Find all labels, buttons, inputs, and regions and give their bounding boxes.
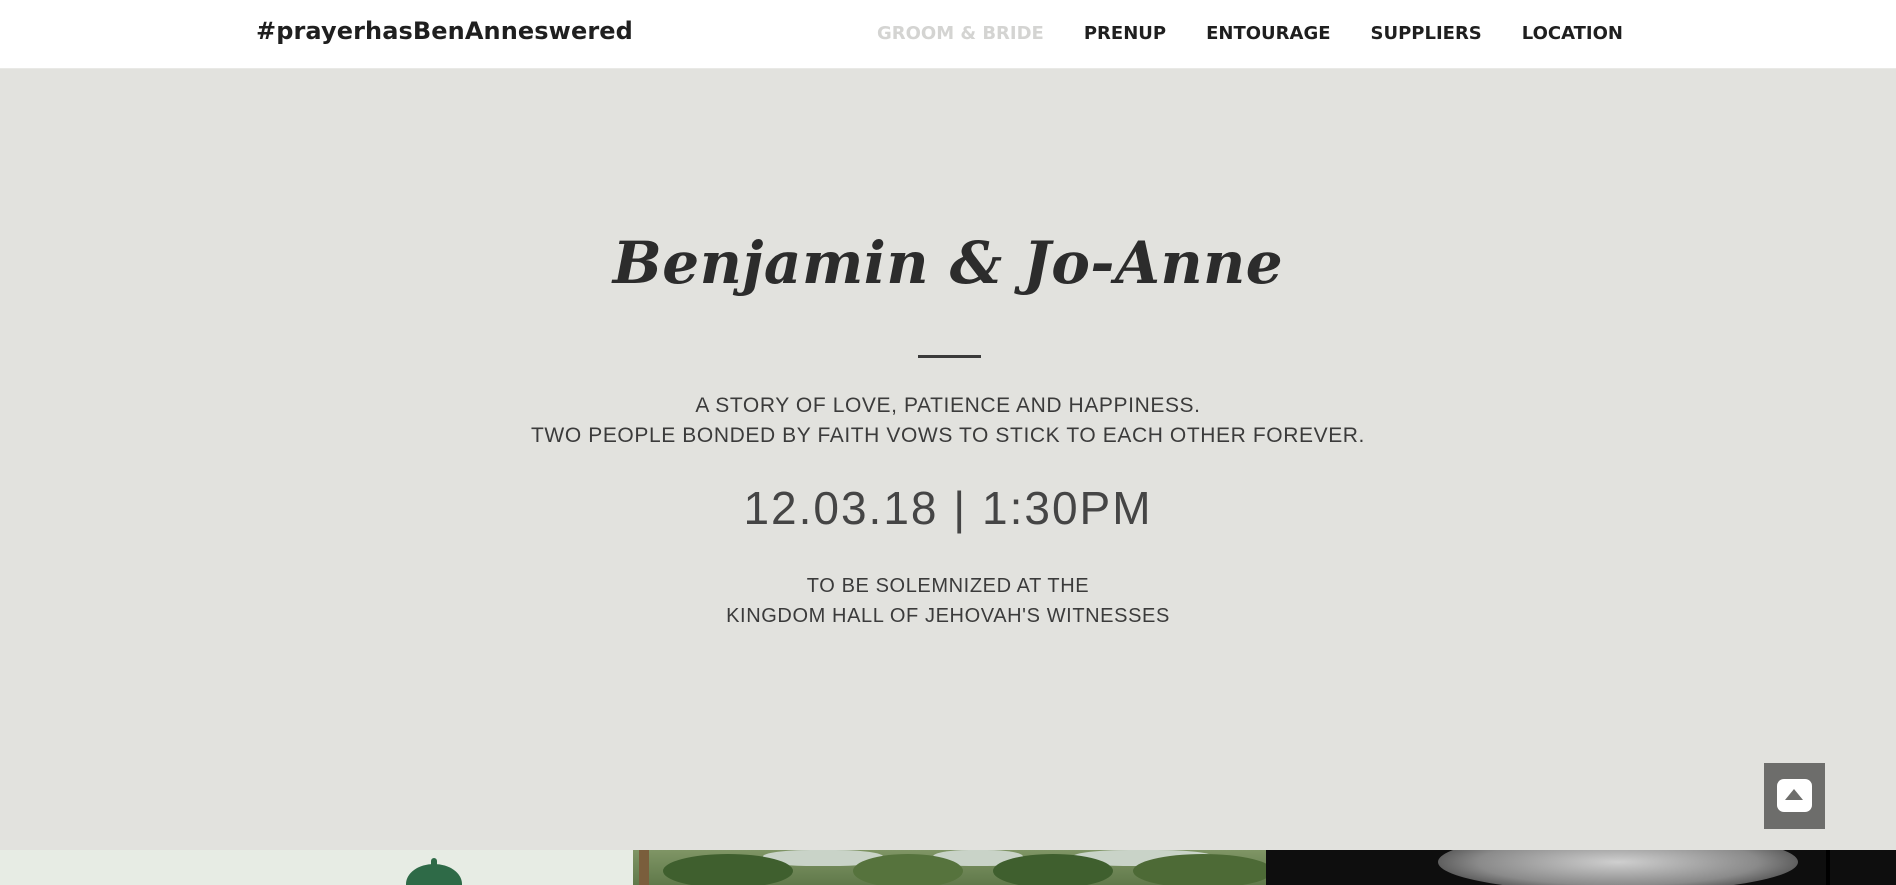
nav-item-groom-bride: GROOM & BRIDE <box>877 23 1044 44</box>
couple-names-title: Benjamin & Jo-Anne <box>612 229 1284 297</box>
nav-link-suppliers[interactable]: SUPPLIERS <box>1371 23 1482 44</box>
venue-line-2: KINGDOM HALL OF JEHOVAH'S WITNESSES <box>726 605 1170 627</box>
nav-item-entourage: ENTOURAGE <box>1206 23 1330 44</box>
top-navbar: #prayerhasBenAnneswered GROOM & BRIDE PR… <box>0 0 1896 69</box>
scroll-to-top-button[interactable] <box>1764 763 1825 829</box>
site-brand-link[interactable]: #prayerhasBenAnneswered <box>256 17 633 45</box>
nav-link-location[interactable]: LOCATION <box>1522 23 1623 44</box>
nav-item-location: LOCATION <box>1522 23 1623 44</box>
tagline-line-1: A STORY OF LOVE, PATIENCE AND HAPPINESS. <box>695 394 1201 417</box>
gallery-photo[interactable] <box>633 850 1266 885</box>
arrow-up-icon <box>1777 779 1812 812</box>
title-divider <box>918 355 981 358</box>
gallery-photo[interactable] <box>1266 850 1896 885</box>
nav-link-prenup[interactable]: PRENUP <box>1084 23 1166 44</box>
nav-item-suppliers: SUPPLIERS <box>1371 23 1482 44</box>
nav-item-prenup: PRENUP <box>1084 23 1166 44</box>
venue-text: TO BE SOLEMNIZED AT THE KINGDOM HALL OF … <box>0 571 1896 631</box>
venue-line-1: TO BE SOLEMNIZED AT THE <box>806 575 1090 597</box>
main-nav: GROOM & BRIDE PRENUP ENTOURAGE SUPPLIERS… <box>877 23 1623 44</box>
gallery-photo[interactable] <box>0 850 633 885</box>
photo-gallery-strip <box>0 850 1896 885</box>
wedding-date-time: 12.03.18 | 1:30PM <box>743 482 1153 534</box>
nav-link-groom-bride[interactable]: GROOM & BRIDE <box>877 23 1044 44</box>
nav-link-entourage[interactable]: ENTOURAGE <box>1206 23 1330 44</box>
hero-tagline: A STORY OF LOVE, PATIENCE AND HAPPINESS.… <box>0 391 1896 451</box>
hero-section: Benjamin & Jo-Anne A STORY OF LOVE, PATI… <box>0 69 1896 850</box>
tagline-line-2: TWO PEOPLE BONDED BY FAITH VOWS TO STICK… <box>531 424 1365 447</box>
